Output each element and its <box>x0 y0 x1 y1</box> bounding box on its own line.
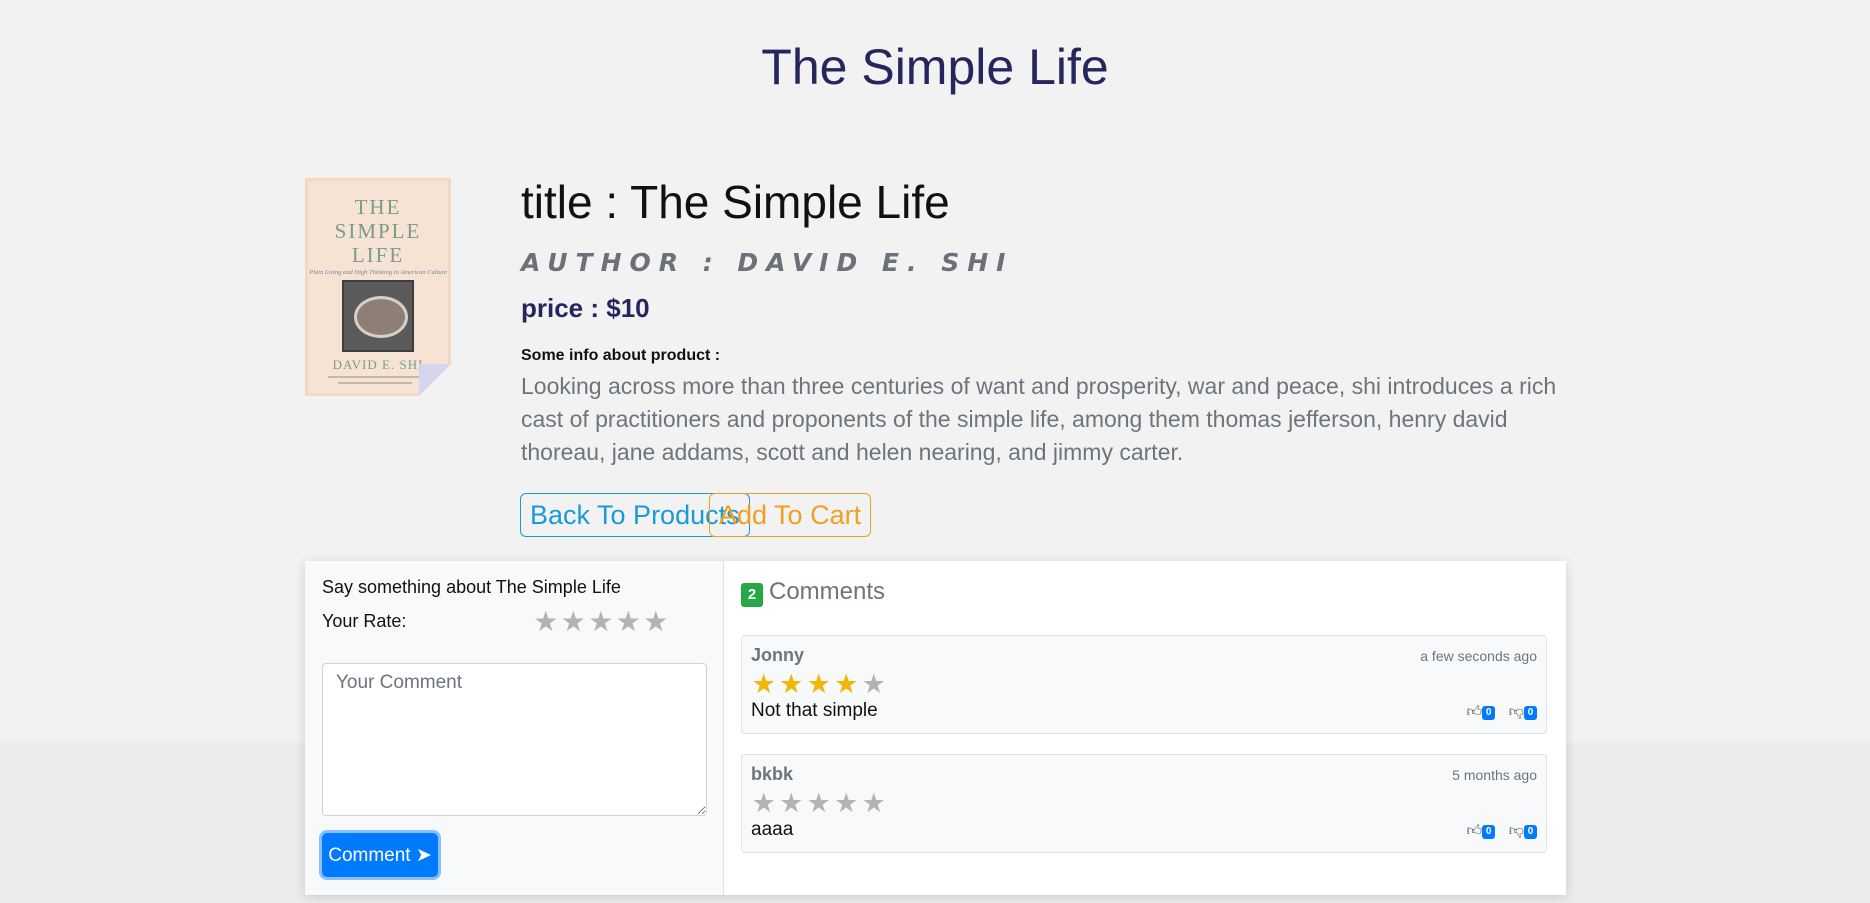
dislike-count: 0 <box>1524 705 1537 720</box>
comment-rating: ★ ★ ★ ★ ★ <box>750 669 888 700</box>
product-price: price : $10 <box>521 293 650 323</box>
star-icon: ★ <box>806 669 831 699</box>
star-icon: ★ <box>751 788 776 818</box>
star-icon[interactable]: ★ <box>560 605 588 638</box>
product-author: Author : David E. Shi <box>521 248 1014 277</box>
comment-text: Not that simple <box>751 700 878 721</box>
like-button[interactable]: 👍︎ 0 <box>1466 703 1496 721</box>
star-icon[interactable]: ★ <box>532 605 560 638</box>
comment-submit-button[interactable]: Comment ➤ <box>322 833 438 877</box>
star-icon[interactable]: ★ <box>615 605 643 638</box>
thumbs-up-icon: 👍︎ <box>1466 822 1483 839</box>
comment-item: bkbk 5 months ago ★ ★ ★ ★ ★ aaaa 👍︎ 0 👎︎ 0 <box>741 754 1547 853</box>
product-info-label: Some info about product : <box>521 347 721 364</box>
star-icon: ★ <box>834 788 859 818</box>
comment-count-badge: 2 <box>741 583 763 607</box>
comment-user: Jonny <box>751 645 805 665</box>
comment-time: a few seconds ago <box>1420 648 1537 664</box>
comments-list-pane: 2 Comments Jonny a few seconds ago ★ ★ ★ ★ ★… <box>724 561 1566 895</box>
comment-input[interactable] <box>322 663 707 816</box>
comment-rating: ★ ★ ★ ★ ★ <box>750 788 888 819</box>
star-icon: ★ <box>779 788 804 818</box>
star-icon: ★ <box>861 788 886 818</box>
thumbs-up-icon: 👍︎ <box>1466 703 1483 720</box>
star-icon[interactable]: ★ <box>587 605 615 638</box>
rate-label: Your Rate: <box>322 611 407 631</box>
book-cover-image: THE SIMPLE LIFE Plain Living and High Th… <box>305 178 451 396</box>
thumbs-down-icon: 👎︎ <box>1508 822 1524 839</box>
star-icon: ★ <box>751 669 776 699</box>
cover-photo <box>342 280 414 352</box>
like-button[interactable]: 👍︎ 0 <box>1466 822 1496 840</box>
comment-user: bkbk <box>751 764 794 784</box>
star-icon: ★ <box>834 669 859 699</box>
comment-item: Jonny a few seconds ago ★ ★ ★ ★ ★ Not that s… <box>741 635 1547 734</box>
star-icon: ★ <box>861 669 886 699</box>
add-to-cart-button[interactable]: Add To Cart <box>709 493 872 537</box>
product-title: title : The Simple Life <box>521 176 950 228</box>
comment-votes: 👍︎ 0 👎︎ 0 <box>1456 703 1537 721</box>
page-curl <box>419 364 451 396</box>
star-icon[interactable]: ★ <box>642 605 670 638</box>
comment-prompt: Say something about The Simple Life <box>322 577 621 597</box>
like-count: 0 <box>1482 705 1496 720</box>
comments-heading: Comments <box>769 578 886 605</box>
comment-form: Say something about The Simple Life Your… <box>305 561 724 895</box>
comments-card: Say something about The Simple Life Your… <box>305 561 1566 895</box>
product-description: Looking across more than three centuries… <box>521 373 1557 465</box>
dislike-count: 0 <box>1524 824 1537 839</box>
dislike-button[interactable]: 👎︎ 0 <box>1509 822 1537 840</box>
star-icon: ★ <box>806 788 831 818</box>
cover-subtitle: Plain Living and High Thinking in Americ… <box>309 269 447 276</box>
comment-text: aaaa <box>751 819 794 840</box>
cover-title: THE SIMPLE LIFE <box>334 195 422 267</box>
page-title: The Simple Life <box>761 39 1109 95</box>
comment-time: 5 months ago <box>1452 767 1537 783</box>
like-count: 0 <box>1482 824 1496 839</box>
comment-votes: 👍︎ 0 👎︎ 0 <box>1456 822 1537 840</box>
dislike-button[interactable]: 👎︎ 0 <box>1509 703 1537 721</box>
star-icon: ★ <box>779 669 804 699</box>
rate-stars[interactable]: ★★★★★ <box>532 605 670 638</box>
thumbs-down-icon: 👎︎ <box>1508 703 1524 720</box>
